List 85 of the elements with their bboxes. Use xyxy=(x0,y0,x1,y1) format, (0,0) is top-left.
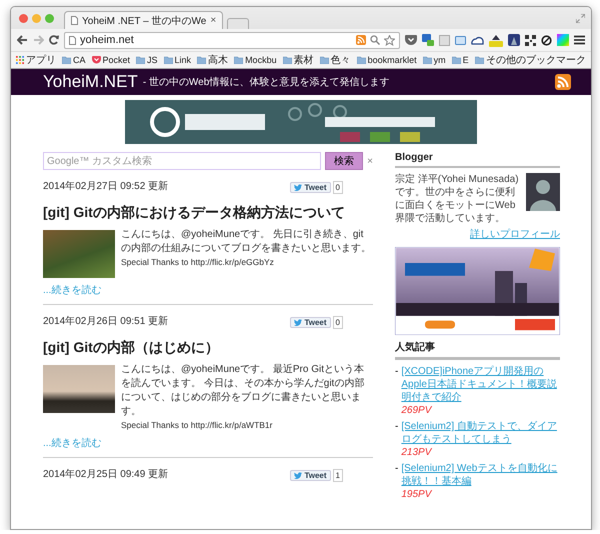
apps-icon xyxy=(16,56,24,64)
list-marker: - xyxy=(395,420,398,434)
url-text: yoheim.net xyxy=(80,34,135,46)
bookmark-item[interactable]: CA xyxy=(61,55,87,65)
list-marker: - xyxy=(395,462,398,476)
banner-ad-image[interactable] xyxy=(125,100,477,144)
qr-code-icon[interactable] xyxy=(525,34,536,46)
list-marker: - xyxy=(395,365,398,379)
folder-icon xyxy=(356,56,366,64)
bookmark-item[interactable]: E xyxy=(450,55,470,65)
clear-button[interactable]: × xyxy=(367,156,373,166)
blogger-bio: 宗定 洋平(Yohei Munesada)です。世の中をさらに便利に面白くをモットーにWeb界隈で活動しています。 xyxy=(395,173,520,225)
color-square-icon[interactable] xyxy=(557,34,569,46)
post-excerpt: こんにちは、@yoheiMuneです。 最近Pro Gitという本を読んでいます。 今日は、その本から学んだgitの内部について、はじめの部分をブログに書きたいと思います。 xyxy=(121,363,366,419)
window-icon[interactable] xyxy=(455,34,466,46)
close-button[interactable] xyxy=(19,14,28,22)
tweet-button[interactable]: Tweet xyxy=(290,316,331,328)
avatar-icon xyxy=(526,173,560,211)
bookmark-item[interactable]: Mockbu xyxy=(233,55,278,65)
night-icon[interactable] xyxy=(508,34,520,46)
folder-icon xyxy=(164,56,173,64)
photo-placeholder xyxy=(43,365,115,413)
bookmark-item[interactable]: 高木 xyxy=(196,53,230,67)
tweet-button[interactable]: Tweet xyxy=(290,182,331,192)
post-date: 2014年02月25日 09:49 更新 xyxy=(43,468,168,482)
badge-icon[interactable] xyxy=(489,34,503,46)
folder-icon xyxy=(136,56,146,64)
photo-credit: Special Thanks to http://flic.kr/p/eGGbYz xyxy=(121,256,275,268)
bookmark-item[interactable]: JS xyxy=(135,55,159,65)
browser-tab[interactable]: YoheiM .NET – 世の中のWe × xyxy=(64,11,224,29)
bookmark-item[interactable]: ym xyxy=(422,55,447,65)
cloud-icon[interactable] xyxy=(471,36,484,44)
reload-button[interactable] xyxy=(49,35,59,45)
search-icon[interactable] xyxy=(370,35,380,45)
tweet-button[interactable]: Tweet xyxy=(290,470,331,480)
photo-placeholder xyxy=(43,230,115,278)
search-field[interactable]: Google™ カスタム検索 xyxy=(43,152,322,170)
folder-icon xyxy=(62,56,71,64)
bookmark-item[interactable]: Link xyxy=(162,55,192,65)
address-bar[interactable]: yoheim.net xyxy=(64,32,400,48)
bookmark-extension-icon[interactable] xyxy=(422,34,434,46)
post-excerpt: こんにちは、@yoheiMuneです。 先日に引き続き、gitの内部の仕組みについてブログを書きたいと思います。 xyxy=(121,228,372,256)
view-count: 195PV xyxy=(401,488,433,501)
pocket-icon[interactable] xyxy=(405,34,417,46)
rss-icon[interactable] xyxy=(555,74,571,90)
folder-icon xyxy=(234,56,244,64)
page-icon xyxy=(71,16,78,25)
post-date: 2014年02月27日 09:52 更新 xyxy=(43,180,168,194)
bird-icon xyxy=(294,472,302,478)
bookmark-item[interactable]: bookmarklet xyxy=(356,55,418,65)
tweet-count: 1 xyxy=(332,468,343,482)
bookmark-item[interactable]: 素材 xyxy=(282,53,315,67)
folder-icon xyxy=(282,56,292,64)
view-count: 213PV xyxy=(401,446,433,459)
page-icon xyxy=(69,36,76,44)
folder-icon xyxy=(452,56,461,64)
bookmark-item[interactable]: アプリ xyxy=(15,53,57,67)
bird-icon xyxy=(294,184,302,190)
circle-icon[interactable] xyxy=(541,34,552,46)
tab-close-button[interactable]: × xyxy=(210,15,216,26)
bookmark-item[interactable]: Pocket xyxy=(90,55,132,65)
site-title[interactable]: YoheiM.NET xyxy=(43,72,138,92)
bookmark-item[interactable]: その他のブックマーク xyxy=(474,53,587,67)
site-tagline: - 世の中のWeb情報に、体験と意見を添えて発信します xyxy=(142,76,390,89)
star-icon[interactable] xyxy=(384,34,395,46)
tweet-count: 0 xyxy=(332,316,343,328)
folder-icon xyxy=(197,56,206,64)
folder-icon xyxy=(475,56,484,64)
back-button[interactable] xyxy=(17,35,28,45)
section-heading: 人気記事 xyxy=(395,340,560,360)
bird-icon xyxy=(294,318,302,326)
bookmark-item[interactable]: 色々 xyxy=(318,53,352,67)
section-heading: Blogger xyxy=(395,152,560,168)
folder-icon xyxy=(320,56,329,64)
banner-ad-image[interactable] xyxy=(395,247,560,335)
folder-icon xyxy=(422,56,432,64)
menu-icon[interactable] xyxy=(574,35,585,45)
post-title[interactable]: [git] Gitの内部におけるデータ格納方法について xyxy=(43,202,373,222)
view-count: 269PV xyxy=(401,404,433,417)
photo-credit: Special Thanks to http://flic.kr/p/aWTB1r xyxy=(121,419,274,431)
post-date: 2014年02月26日 09:51 更新 xyxy=(43,315,168,329)
post-title[interactable]: [git] Gitの内部（はじめに） xyxy=(43,337,373,357)
tweet-count: 0 xyxy=(332,180,343,194)
pocket-icon xyxy=(92,56,101,64)
search-button[interactable]: 検索 xyxy=(325,152,364,170)
